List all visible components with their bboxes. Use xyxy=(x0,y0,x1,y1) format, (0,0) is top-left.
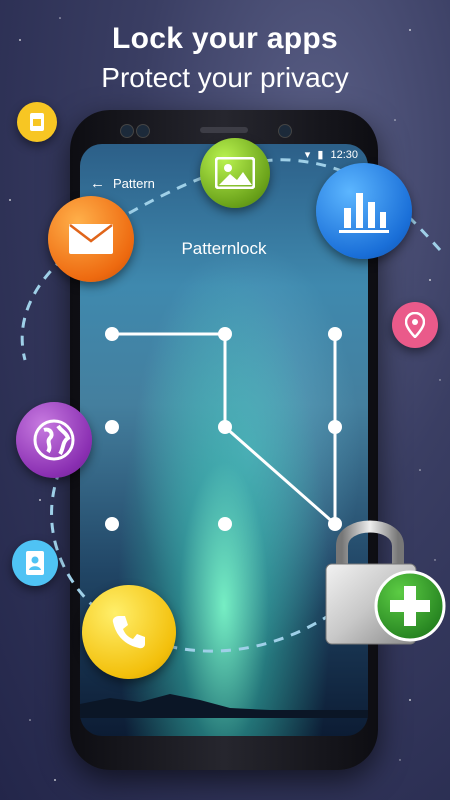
sim-card-icon[interactable] xyxy=(17,102,57,142)
phone-call-icon[interactable] xyxy=(82,585,176,679)
padlock-icon xyxy=(325,520,446,645)
location-pin-icon[interactable] xyxy=(392,302,438,348)
bar-chart-icon[interactable] xyxy=(316,163,412,259)
globe-icon[interactable] xyxy=(16,402,92,478)
mail-icon[interactable] xyxy=(48,196,134,282)
contacts-icon[interactable] xyxy=(12,540,58,586)
image-gallery-icon[interactable] xyxy=(200,138,270,208)
dashed-orbit-path xyxy=(20,158,442,653)
